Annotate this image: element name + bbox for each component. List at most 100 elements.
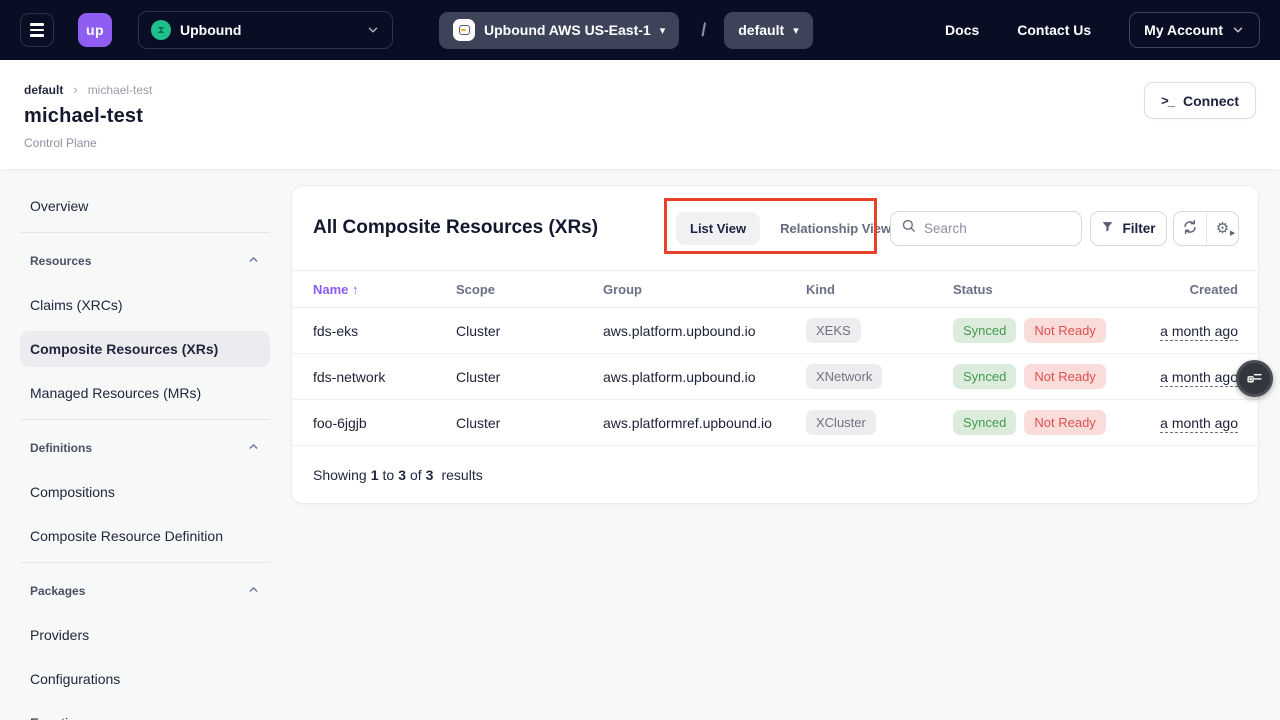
- breadcrumb-group[interactable]: default: [24, 83, 63, 97]
- cell-status: Synced Not Ready: [953, 410, 1153, 435]
- caret-down-icon: ▾: [793, 24, 799, 37]
- group-selector[interactable]: default ▾: [724, 12, 812, 49]
- connect-label: Connect: [1183, 93, 1239, 109]
- docs-link[interactable]: Docs: [945, 22, 979, 38]
- contact-us-link[interactable]: Contact Us: [1017, 22, 1091, 38]
- breadcrumb: default › michael-test: [24, 82, 1256, 97]
- results-total: 3: [426, 467, 434, 483]
- breadcrumb-control-plane: michael-test: [88, 83, 153, 97]
- refresh-button[interactable]: [1174, 212, 1206, 245]
- cell-group: aws.platform.upbound.io: [603, 369, 806, 385]
- cell-name[interactable]: fds-network: [313, 369, 456, 385]
- cell-created: a month ago: [1153, 415, 1238, 431]
- changelog-icon: [1246, 369, 1263, 389]
- sidebar-section-packages[interactable]: Packages: [20, 573, 270, 609]
- sidebar-item-providers[interactable]: Providers: [20, 617, 270, 653]
- column-header-kind[interactable]: Kind: [806, 282, 953, 297]
- group-name: default: [738, 22, 784, 38]
- search-icon: [901, 218, 916, 238]
- table-actions-group: ⚙▶: [1173, 211, 1239, 246]
- synced-badge: Synced: [953, 410, 1016, 435]
- search-box: [890, 211, 1082, 246]
- sidebar-section-definitions[interactable]: Definitions: [20, 430, 270, 466]
- results-summary: Showing 1 to 3 of 3 results: [292, 446, 1258, 503]
- synced-badge: Synced: [953, 364, 1016, 389]
- created-tooltip-text[interactable]: a month ago: [1160, 415, 1238, 433]
- chevron-down-icon: [1231, 23, 1245, 37]
- control-plane-selector[interactable]: Upbound AWS US-East-1 ▾: [439, 12, 679, 49]
- column-header-status[interactable]: Status: [953, 282, 1153, 297]
- sidebar-item-claims[interactable]: Claims (XRCs): [20, 287, 270, 323]
- kind-badge: XNetwork: [806, 364, 882, 389]
- results-from: 1: [371, 467, 379, 483]
- page-subtitle: Control Plane: [24, 136, 1256, 150]
- cell-kind: XNetwork: [806, 364, 953, 389]
- not-ready-badge: Not Ready: [1024, 318, 1105, 343]
- connect-button[interactable]: >_ Connect: [1144, 82, 1256, 119]
- breadcrumb-chevron-icon: ›: [73, 82, 77, 97]
- cell-group: aws.platformref.upbound.io: [603, 415, 806, 431]
- funnel-icon: [1101, 220, 1114, 236]
- cell-scope: Cluster: [456, 415, 603, 431]
- column-header-created[interactable]: Created: [1153, 282, 1238, 297]
- sidebar-item-functions[interactable]: Functions: [20, 705, 270, 720]
- my-account-button[interactable]: My Account: [1129, 12, 1260, 48]
- card-title: All Composite Resources (XRs): [313, 217, 598, 239]
- section-label: Definitions: [30, 441, 92, 455]
- page-header: default › michael-test michael-test Cont…: [0, 60, 1280, 169]
- cell-name[interactable]: foo-6jgjb: [313, 415, 456, 431]
- sidebar: Overview Resources Claims (XRCs) Composi…: [20, 188, 270, 720]
- composite-resources-card: All Composite Resources (XRs) List View …: [291, 185, 1259, 504]
- auto-refresh-settings-button[interactable]: ⚙▶: [1206, 212, 1238, 245]
- not-ready-badge: Not Ready: [1024, 364, 1105, 389]
- cell-status: Synced Not Ready: [953, 318, 1153, 343]
- view-toggle: List View Relationship View: [676, 212, 905, 245]
- card-header: All Composite Resources (XRs) List View …: [292, 186, 1258, 270]
- cell-status: Synced Not Ready: [953, 364, 1153, 389]
- caret-down-icon: ▾: [660, 24, 666, 37]
- cell-created: a month ago: [1153, 369, 1238, 385]
- search-input[interactable]: [924, 221, 1054, 236]
- organization-selector[interactable]: Upbound: [138, 11, 393, 49]
- hamburger-menu-button[interactable]: [20, 13, 54, 47]
- chevron-up-icon: [247, 253, 260, 269]
- sort-ascending-icon: ↑: [352, 282, 359, 297]
- column-header-group[interactable]: Group: [603, 282, 806, 297]
- list-view-tab[interactable]: List View: [676, 212, 760, 245]
- sidebar-section-resources[interactable]: Resources: [20, 243, 270, 279]
- refresh-icon: [1182, 219, 1198, 238]
- table-row[interactable]: foo-6jgjb Cluster aws.platformref.upboun…: [292, 400, 1258, 446]
- sidebar-item-configurations[interactable]: Configurations: [20, 661, 270, 697]
- created-tooltip-text[interactable]: a month ago: [1160, 323, 1238, 341]
- table-header-row: Name ↑ Scope Group Kind Status Created: [292, 270, 1258, 308]
- cell-name[interactable]: fds-eks: [313, 323, 456, 339]
- cell-group: aws.platform.upbound.io: [603, 323, 806, 339]
- created-tooltip-text[interactable]: a month ago: [1160, 369, 1238, 387]
- cell-created: a month ago: [1153, 323, 1238, 339]
- feedback-widget-button[interactable]: [1236, 360, 1273, 397]
- column-header-scope[interactable]: Scope: [456, 282, 603, 297]
- gear-icon: ⚙▶: [1216, 221, 1229, 236]
- sidebar-item-composite-resources[interactable]: Composite Resources (XRs): [20, 331, 270, 367]
- sidebar-item-overview[interactable]: Overview: [20, 188, 270, 224]
- upbound-logo[interactable]: up: [78, 13, 112, 47]
- not-ready-badge: Not Ready: [1024, 410, 1105, 435]
- kind-badge: XCluster: [806, 410, 876, 435]
- sidebar-item-managed-resources[interactable]: Managed Resources (MRs): [20, 375, 270, 411]
- terminal-icon: >_: [1161, 93, 1174, 108]
- section-label: Packages: [30, 584, 85, 598]
- control-plane-icon: [453, 19, 475, 41]
- synced-badge: Synced: [953, 318, 1016, 343]
- divider: [20, 562, 270, 563]
- relationship-view-tab[interactable]: Relationship View: [766, 212, 905, 245]
- table-row[interactable]: fds-network Cluster aws.platform.upbound…: [292, 354, 1258, 400]
- column-header-name[interactable]: Name ↑: [313, 282, 456, 297]
- divider: [20, 419, 270, 420]
- table-row[interactable]: fds-eks Cluster aws.platform.upbound.io …: [292, 308, 1258, 354]
- navbar-links: Docs Contact Us My Account: [945, 12, 1260, 48]
- sidebar-item-compositions[interactable]: Compositions: [20, 474, 270, 510]
- sidebar-item-composite-resource-definition[interactable]: Composite Resource Definition: [20, 518, 270, 554]
- filter-button[interactable]: Filter: [1090, 211, 1167, 246]
- divider: [20, 232, 270, 233]
- cell-scope: Cluster: [456, 369, 603, 385]
